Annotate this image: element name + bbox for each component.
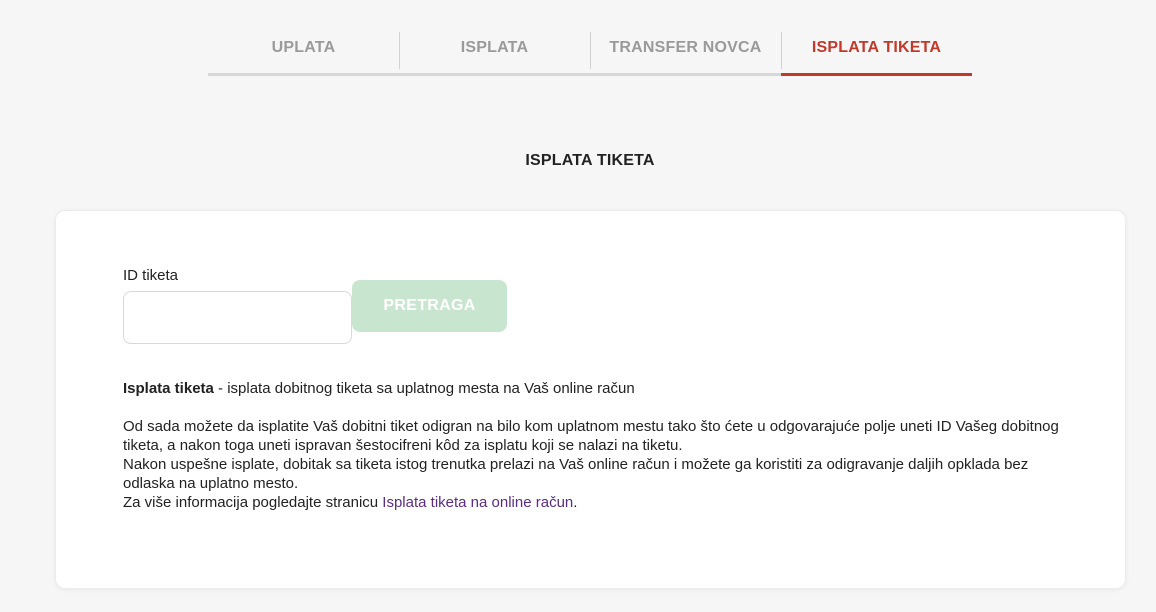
ticket-payout-card: ID tiketa PRETRAGA Isplata tiketa - ispl… [55,210,1126,589]
tab-uplata[interactable]: UPLATA [208,30,399,76]
info-paragraph-2: Nakon uspešne isplate, dobitak sa tiketa… [123,456,1029,492]
tab-isplata[interactable]: ISPLATA [399,30,590,76]
tab-transfer-novca[interactable]: TRANSFER NOVCA [590,30,781,76]
tab-isplata-tiketa[interactable]: ISPLATA TIKETA [781,30,972,76]
info-text: Isplata tiketa - isplata dobitnog tiketa… [123,379,1063,512]
tab-bar: UPLATA ISPLATA TRANSFER NOVCA ISPLATA TI… [208,30,973,76]
page-title: ISPLATA TIKETA [525,152,655,169]
search-button[interactable]: PRETRAGA [352,280,507,332]
info-more-prefix: Za više informacija pogledajte stranicu [123,494,383,511]
info-lead-rest: - isplata dobitnog tiketa sa uplatnog me… [213,380,635,397]
info-more: Za više informacija pogledajte stranicu … [123,493,1063,512]
info-paragraph-1: Od sada možete da isplatite Vaš dobitni … [123,418,1059,454]
more-info-link[interactable]: Isplata tiketa na online račun [382,494,573,511]
info-lead-bold: Isplata tiketa [123,380,214,397]
info-more-suffix: . [573,494,578,511]
ticket-id-label: ID tiketa [123,267,179,284]
info-lead: Isplata tiketa - isplata dobitnog tiketa… [123,379,1063,398]
ticket-id-input[interactable] [123,291,352,344]
